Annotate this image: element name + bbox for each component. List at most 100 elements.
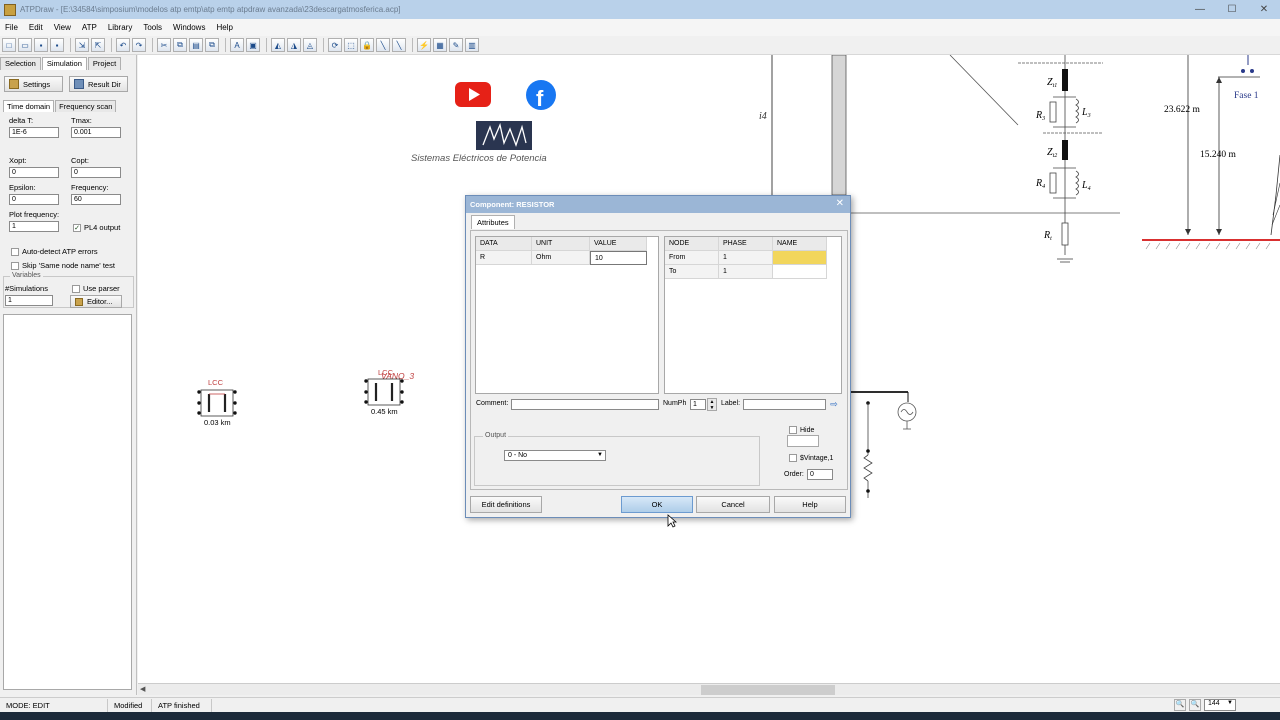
output-select[interactable]: 0 - No ▼ [504,450,606,461]
menu-view[interactable]: View [51,23,79,32]
xopt-input[interactable]: 0 [9,167,59,178]
scroll-left-arrow-icon[interactable]: ◀ [140,685,145,693]
rotate-right-icon[interactable]: ◮ [287,38,301,52]
run-atp-icon[interactable]: ⚡ [417,38,431,52]
plot-icon[interactable]: ▥ [465,38,479,52]
editor-button[interactable]: Editor... [70,295,122,308]
open-file-icon[interactable]: ▭ [18,38,32,52]
attribute-value-input[interactable]: 10 [590,251,647,265]
toolbar-separator [225,38,226,52]
pl4-output-checkbox[interactable]: PL4 output [73,223,120,233]
resistor-to-ground[interactable] [863,454,873,482]
refresh-icon[interactable]: ⟳ [328,38,342,52]
node-name-input[interactable] [773,251,827,265]
rotate-left-icon[interactable]: ◭ [271,38,285,52]
copy-icon[interactable]: ⧉ [173,38,187,52]
numph-spinner-icon[interactable]: ▲ ▼ [707,398,717,411]
edit-icon[interactable]: ✎ [449,38,463,52]
tab-selection[interactable]: Selection [0,57,41,70]
line-icon[interactable]: ╲ [376,38,390,52]
zoom-select[interactable]: 144 ▼ [1204,699,1236,711]
cancel-button[interactable]: Cancel [696,496,770,513]
epsilon-input[interactable]: 0 [9,194,59,205]
zoom-out-icon[interactable]: 🔍 [1174,699,1186,711]
dialog-close-icon[interactable]: ✕ [836,198,844,209]
skip-same-node-checkbox[interactable]: Skip 'Same node name' test [11,261,115,271]
frequency-input[interactable]: 60 [71,194,121,205]
vintage-check-icon[interactable] [789,454,797,462]
zt1-label: Zt1 [1047,77,1057,89]
plot-frequency-input[interactable]: 1 [9,221,59,232]
arrow-right-icon[interactable]: ⇨ [828,398,840,410]
lock-icon[interactable]: 🔒 [360,38,374,52]
use-parser-check-icon[interactable] [72,285,80,294]
auto-detect-check-icon[interactable] [11,248,19,257]
import-icon[interactable]: ⇲ [75,38,89,52]
menu-atp[interactable]: ATP [79,23,105,32]
menu-library[interactable]: Library [105,23,140,32]
numph-input[interactable]: 1 [690,399,706,410]
tab-time-domain[interactable]: Time domain [3,100,55,112]
tab-project[interactable]: Project [87,57,122,70]
maximize-icon[interactable]: ☐ [1216,0,1248,19]
text-icon[interactable]: A [230,38,244,52]
comment-input[interactable] [511,399,659,410]
tmax-input[interactable]: 0.001 [71,127,121,138]
pl4-output-check-icon[interactable] [73,224,81,233]
delta-t-input[interactable]: 1E-6 [9,127,59,138]
help-button[interactable]: Help [774,496,846,513]
duplicate-icon[interactable]: ⧉ [205,38,219,52]
ok-button[interactable]: OK [621,496,693,513]
canvas-horizontal-scrollbar[interactable]: ◀ [138,683,1280,695]
diagonal-line-icon[interactable]: ╲ [392,38,406,52]
scrollbar-thumb[interactable] [701,685,835,695]
tab-attributes[interactable]: Attributes [471,215,515,229]
lcc2-component[interactable] [364,378,404,406]
order-input[interactable]: 0 [807,469,833,480]
skip-same-node-check-icon[interactable] [11,262,19,271]
copt-label: Copt: [71,156,89,165]
rt-resistor [1061,222,1069,246]
image-icon[interactable]: ▣ [246,38,260,52]
hide-checkbox[interactable]: Hide [789,426,814,434]
copt-input[interactable]: 0 [71,167,121,178]
menu-tools[interactable]: Tools [140,23,170,32]
hide-check-icon[interactable] [789,426,797,434]
undo-icon[interactable]: ↶ [116,38,130,52]
close-icon[interactable]: ✕ [1248,0,1280,19]
settings-button[interactable]: Settings [4,76,63,92]
hide-label: Hide [800,426,815,434]
menu-help[interactable]: Help [213,23,240,32]
node-row-from: From 1 [665,251,841,265]
menu-windows[interactable]: Windows [170,23,213,32]
lcc1-component[interactable] [197,389,237,417]
menu-file[interactable]: File [2,23,26,32]
menu-edit[interactable]: Edit [26,23,51,32]
use-parser-checkbox[interactable]: Use parser [72,284,120,294]
view-output-icon[interactable]: ▦ [433,38,447,52]
phase-cell[interactable]: 1 [719,251,773,265]
redo-icon[interactable]: ↷ [132,38,146,52]
save-all-icon[interactable]: ▪ [50,38,64,52]
paste-icon[interactable]: ▤ [189,38,203,52]
zoom-in-icon[interactable]: 🔍 [1189,699,1201,711]
new-file-icon[interactable]: □ [2,38,16,52]
result-dir-button[interactable]: Result Dir [69,76,128,92]
tab-frequency-scan[interactable]: Frequency scan [55,100,117,112]
vintage-checkbox[interactable]: $Vintage,1 [789,454,833,462]
ground-surface [1142,239,1280,241]
select-area-icon[interactable]: ⬚ [344,38,358,52]
export-icon[interactable]: ⇱ [91,38,105,52]
auto-detect-checkbox[interactable]: Auto-detect ATP errors [11,247,98,257]
tab-simulation[interactable]: Simulation [41,57,87,70]
node-name-input[interactable] [773,265,827,279]
simulations-input[interactable]: 1 [5,295,53,306]
label-input[interactable] [743,399,826,410]
save-icon[interactable]: ▪ [34,38,48,52]
flip-icon[interactable]: ◬ [303,38,317,52]
phase-cell[interactable]: 1 [719,265,773,279]
minimize-icon[interactable]: — [1184,0,1216,19]
cut-icon[interactable]: ✂ [157,38,171,52]
edit-definitions-button[interactable]: Edit definitions [470,496,542,513]
plot-frequency-label: Plot frequency: [9,210,60,219]
